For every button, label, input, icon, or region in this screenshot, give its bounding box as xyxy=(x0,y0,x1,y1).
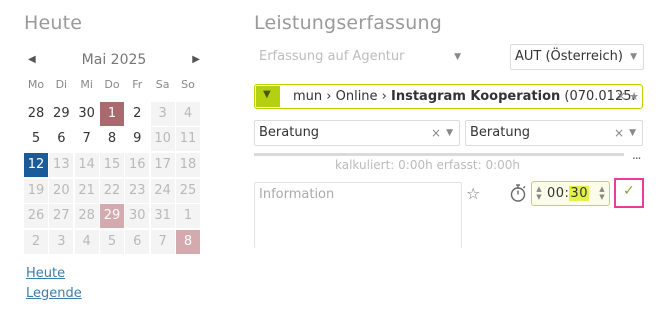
agency-select-value: Erfassung auf Agentur xyxy=(259,49,405,64)
legend-link[interactable]: Legende xyxy=(26,286,82,301)
chevron-right-icon[interactable]: ▶ xyxy=(192,50,200,70)
duration-value: 00:30 xyxy=(547,182,589,205)
calendar-day[interactable]: 7 xyxy=(74,127,99,152)
project-dropdown-toggle[interactable]: ▼ xyxy=(256,86,280,107)
caret-down-icon: ▼ xyxy=(630,52,637,62)
caret-down-icon: ▼ xyxy=(454,52,461,62)
caret-down-icon: ▼ xyxy=(629,128,636,138)
calendar-day[interactable]: 27 xyxy=(49,204,74,229)
calendar-day[interactable]: 19 xyxy=(24,178,48,203)
calendar-day[interactable]: 4 xyxy=(175,101,200,126)
calendar-day[interactable]: 5 xyxy=(99,229,124,254)
project-select[interactable]: ▼ mun › Online › Instagram Kooperation (… xyxy=(254,84,643,109)
stopwatch-icon[interactable] xyxy=(509,183,527,203)
calendar-day[interactable]: 1 xyxy=(175,204,200,229)
calendar-day[interactable]: 6 xyxy=(125,229,150,254)
clear-icon[interactable]: × xyxy=(616,85,626,108)
calendar-day[interactable]: 28 xyxy=(24,101,48,126)
calendar-day[interactable]: 16 xyxy=(125,152,150,177)
calendar-day[interactable]: 25 xyxy=(175,178,200,203)
calendar-day[interactable]: 29 xyxy=(49,101,74,126)
calendar-day[interactable]: 26 xyxy=(24,204,48,229)
calendar-day[interactable]: 17 xyxy=(150,152,175,177)
service-select-1-value: Beratung xyxy=(259,125,320,140)
calendar-day[interactable]: 23 xyxy=(125,178,150,203)
calendar-day[interactable]: 24 xyxy=(150,178,175,203)
duration-minutes: 30 xyxy=(569,186,589,201)
project-name: Instagram Kooperation xyxy=(391,89,561,104)
calendar-day[interactable]: 8 xyxy=(175,229,200,254)
caret-down-icon: ▼ xyxy=(263,89,271,100)
calendar-day[interactable]: 3 xyxy=(150,101,175,126)
star-icon[interactable]: ☆ xyxy=(466,184,480,203)
calendar-day[interactable]: 9 xyxy=(125,127,150,152)
weekday-label: Do xyxy=(104,78,120,91)
hours-summary: kalkuliert: 0:00h erfasst: 0:00h xyxy=(335,158,521,172)
calendar-day[interactable]: 3 xyxy=(49,229,74,254)
calendar-day[interactable]: 22 xyxy=(99,178,124,203)
month-label: Mai 2025 xyxy=(81,52,147,68)
calendar-day[interactable]: 2 xyxy=(125,101,150,126)
weekday-label: Di xyxy=(55,78,68,91)
today-link[interactable]: Heute xyxy=(26,266,65,281)
calendar-day[interactable]: 5 xyxy=(24,127,48,152)
calendar-grid: Mo Di Mi Do Fr Sa So 28 29 30 1 2 3 4 5 6 7 8 9 10 11 12 13 14 1… xyxy=(24,76,204,254)
weekday-label: Sa xyxy=(155,78,170,91)
calendar-day[interactable]: 15 xyxy=(99,152,124,177)
calendar-title: Heute xyxy=(24,12,83,34)
service-select-2[interactable]: Beratung × ▼ xyxy=(465,120,643,146)
country-select-value: AUT (Österreich) xyxy=(515,49,623,64)
information-field[interactable]: Information xyxy=(254,182,462,248)
service-select-2-value: Beratung xyxy=(470,125,531,140)
calendar-day[interactable]: 6 xyxy=(49,127,74,152)
star-icon[interactable]: ★ xyxy=(629,85,639,108)
entry-title: Leistungserfassung xyxy=(254,12,442,34)
country-select[interactable]: AUT (Österreich) ▼ xyxy=(510,44,644,70)
calendar-day[interactable]: 8 xyxy=(99,127,124,152)
month-navigation: ◀ Mai 2025 ▶ xyxy=(24,50,204,70)
calendar-day[interactable]: 31 xyxy=(150,204,175,229)
weekday-label: Mi xyxy=(80,78,93,91)
more-options[interactable]: ... xyxy=(632,148,642,162)
clear-icon[interactable]: × xyxy=(614,121,624,145)
check-icon: ✓ xyxy=(623,183,635,199)
calendar-day[interactable]: 28 xyxy=(74,204,99,229)
calendar-day[interactable]: 29 xyxy=(99,204,124,229)
duration-hours: 00: xyxy=(547,186,570,201)
calendar-day[interactable]: 13 xyxy=(49,152,74,177)
project-path: mun › Online › Instagram Kooperation (07… xyxy=(293,85,636,108)
calendar-day[interactable]: 30 xyxy=(74,101,99,126)
service-select-1[interactable]: Beratung × ▼ xyxy=(254,120,460,146)
clear-icon[interactable]: × xyxy=(431,121,441,145)
calendar-day[interactable]: 2 xyxy=(24,229,48,254)
information-placeholder: Information xyxy=(259,187,335,202)
project-path-prefix: mun › Online › xyxy=(293,89,392,104)
agency-select: Erfassung auf Agentur ▼ xyxy=(254,44,468,70)
caret-down-icon: ▼ xyxy=(446,128,453,138)
calendar-day[interactable]: 14 xyxy=(74,152,99,177)
duration-input[interactable]: ▲ ▼ 00:30 ▲ ▼ xyxy=(531,181,610,206)
calendar-day[interactable]: 10 xyxy=(150,127,175,152)
calendar-day[interactable]: 1 xyxy=(99,101,124,126)
calendar-day[interactable]: 21 xyxy=(74,178,99,203)
weekday-label: Fr xyxy=(132,78,143,91)
hours-stepper[interactable]: ▲ ▼ xyxy=(535,185,543,201)
weekday-label: Mo xyxy=(27,78,45,91)
calendar-day[interactable]: 18 xyxy=(175,152,200,177)
minutes-stepper[interactable]: ▲ ▼ xyxy=(598,185,606,201)
calendar-day[interactable]: 11 xyxy=(175,127,200,152)
calendar-day[interactable]: 4 xyxy=(74,229,99,254)
calendar-day-today[interactable]: 12 xyxy=(24,152,48,177)
calendar-day[interactable]: 20 xyxy=(49,178,74,203)
save-button[interactable]: ✓ xyxy=(614,178,644,208)
calendar-day[interactable]: 7 xyxy=(150,229,175,254)
progress-bar xyxy=(254,153,624,156)
calendar-day[interactable]: 30 xyxy=(125,204,150,229)
weekday-label: So xyxy=(181,78,195,91)
